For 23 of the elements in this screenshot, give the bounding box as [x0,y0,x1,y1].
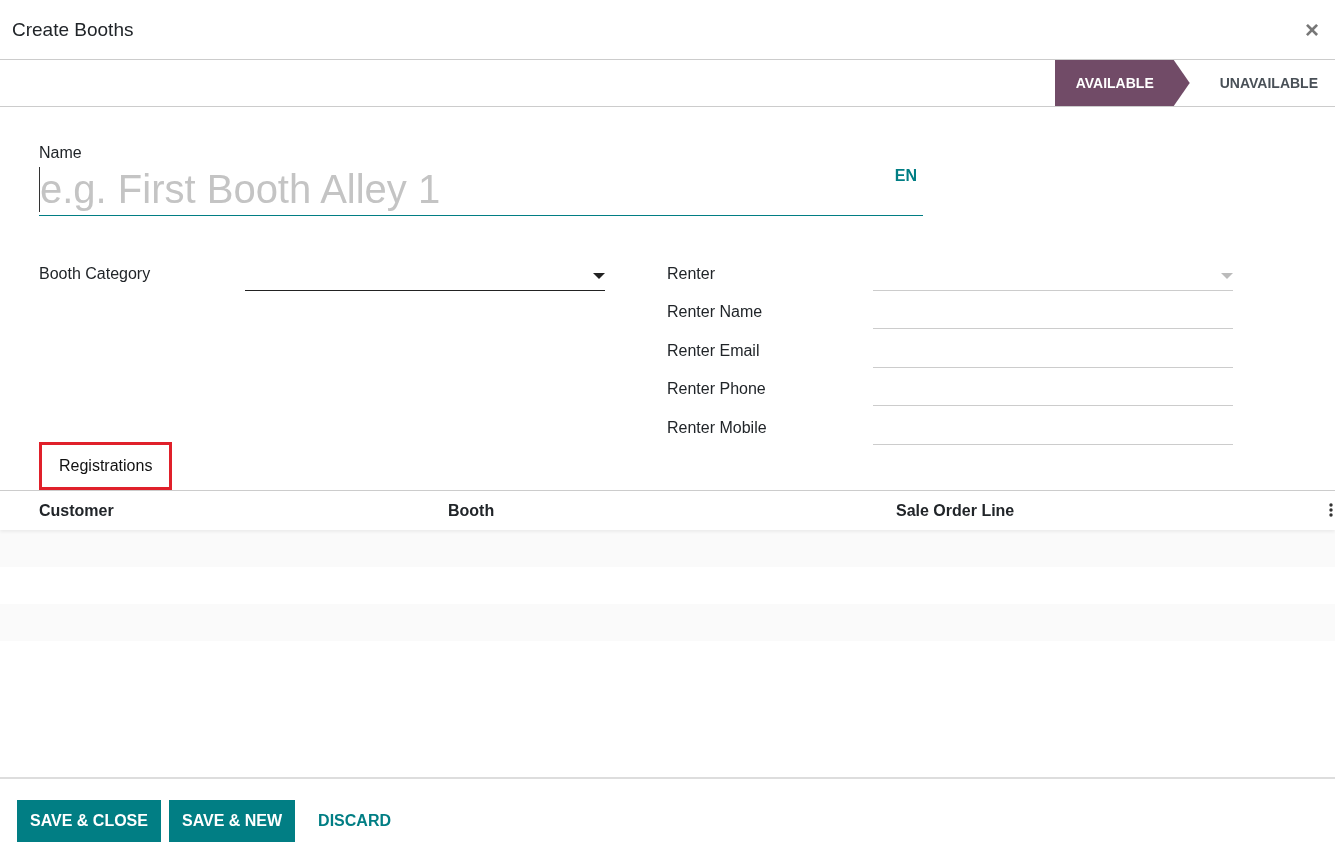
column-header[interactable]: Sale Order Line [896,501,1015,520]
name-field[interactable]: e.g. First Booth Alley 1 EN [39,164,923,216]
close-button[interactable]: × [1301,15,1323,44]
dialog-title: Create Booths [12,18,134,41]
column-header[interactable]: Booth [448,501,495,520]
field-label: Renter [667,264,717,284]
field-label: Booth Category [39,264,152,284]
column-header[interactable]: Customer [39,501,114,520]
save-button[interactable]: SAVE & CLOSE [17,800,161,842]
caret-icon [593,272,605,279]
field-label: Renter Phone [667,380,767,400]
save-button[interactable]: SAVE & NEW [168,800,296,842]
language-button[interactable]: EN [894,166,917,185]
registrations-tab[interactable]: Registrations [39,442,173,490]
caret-icon [1221,272,1233,279]
status-stage[interactable]: UNAVAILABLE [1189,60,1335,106]
field-label: Renter Email [667,341,761,361]
discard-button[interactable]: DISCARD [303,800,406,842]
column-options-icon[interactable] [1329,503,1333,517]
field-label: Name [39,144,83,162]
field-label: Renter Mobile [667,418,768,438]
status-stage[interactable]: AVAILABLE [1054,60,1190,106]
field-label: Renter Name [667,303,764,323]
